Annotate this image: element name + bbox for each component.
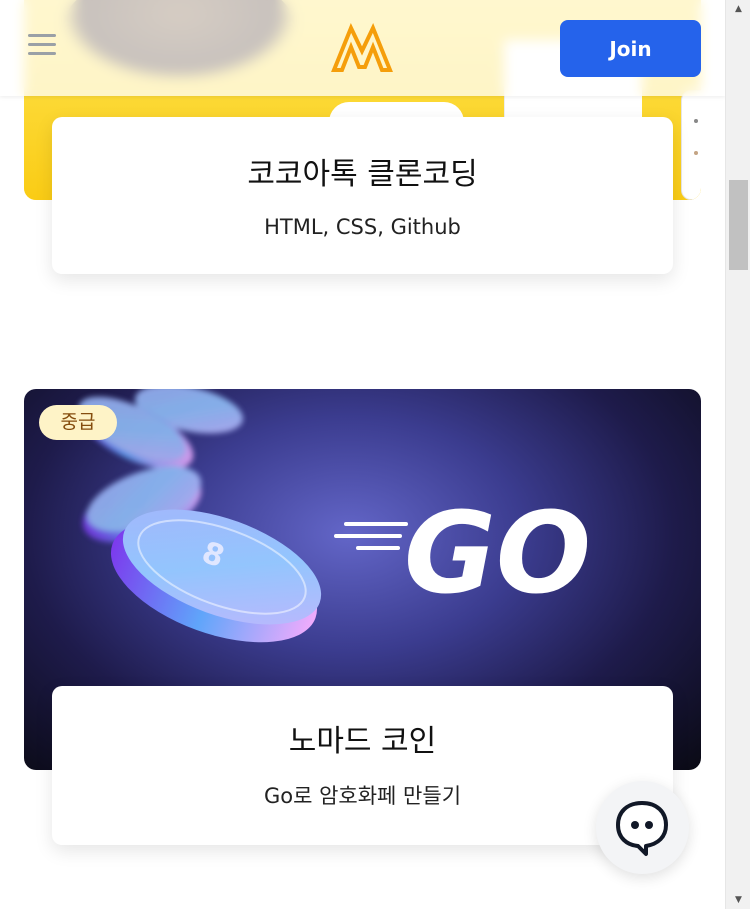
arrow-up-icon[interactable]: ▲ xyxy=(726,0,750,18)
hamburger-menu-icon[interactable] xyxy=(28,34,56,60)
arrow-down-icon[interactable]: ▼ xyxy=(726,891,750,909)
join-button[interactable]: Join xyxy=(560,20,701,77)
go-logo-text: GO xyxy=(404,489,591,619)
scrollbar-thumb[interactable] xyxy=(729,180,748,270)
site-header: Join xyxy=(0,0,725,96)
chat-button[interactable] xyxy=(596,781,689,874)
chat-bubble-icon xyxy=(616,801,668,856)
course-subtitle: HTML, CSS, Github xyxy=(264,215,461,239)
course-card-nomad-coin[interactable]: 노마드 코인 Go로 암호화페 만들기 xyxy=(52,686,673,845)
course-title: 노마드 코인 xyxy=(288,724,437,759)
level-badge: 중급 xyxy=(39,405,117,440)
course-card-kakaotalk[interactable]: 코코아톡 클론코딩 HTML, CSS, Github xyxy=(52,117,673,274)
thumbnail-phone-side xyxy=(681,90,701,200)
nomad-coders-logo[interactable] xyxy=(331,23,393,73)
course-subtitle: Go로 암호화페 만들기 xyxy=(263,784,462,808)
vertical-scrollbar[interactable]: ▲ ▼ xyxy=(725,0,750,909)
course-title: 코코아톡 클론코딩 xyxy=(247,157,478,192)
page-viewport: 코코아톡 클론코딩 HTML, CSS, Github 8 GO 중급 노마드 … xyxy=(0,0,725,909)
